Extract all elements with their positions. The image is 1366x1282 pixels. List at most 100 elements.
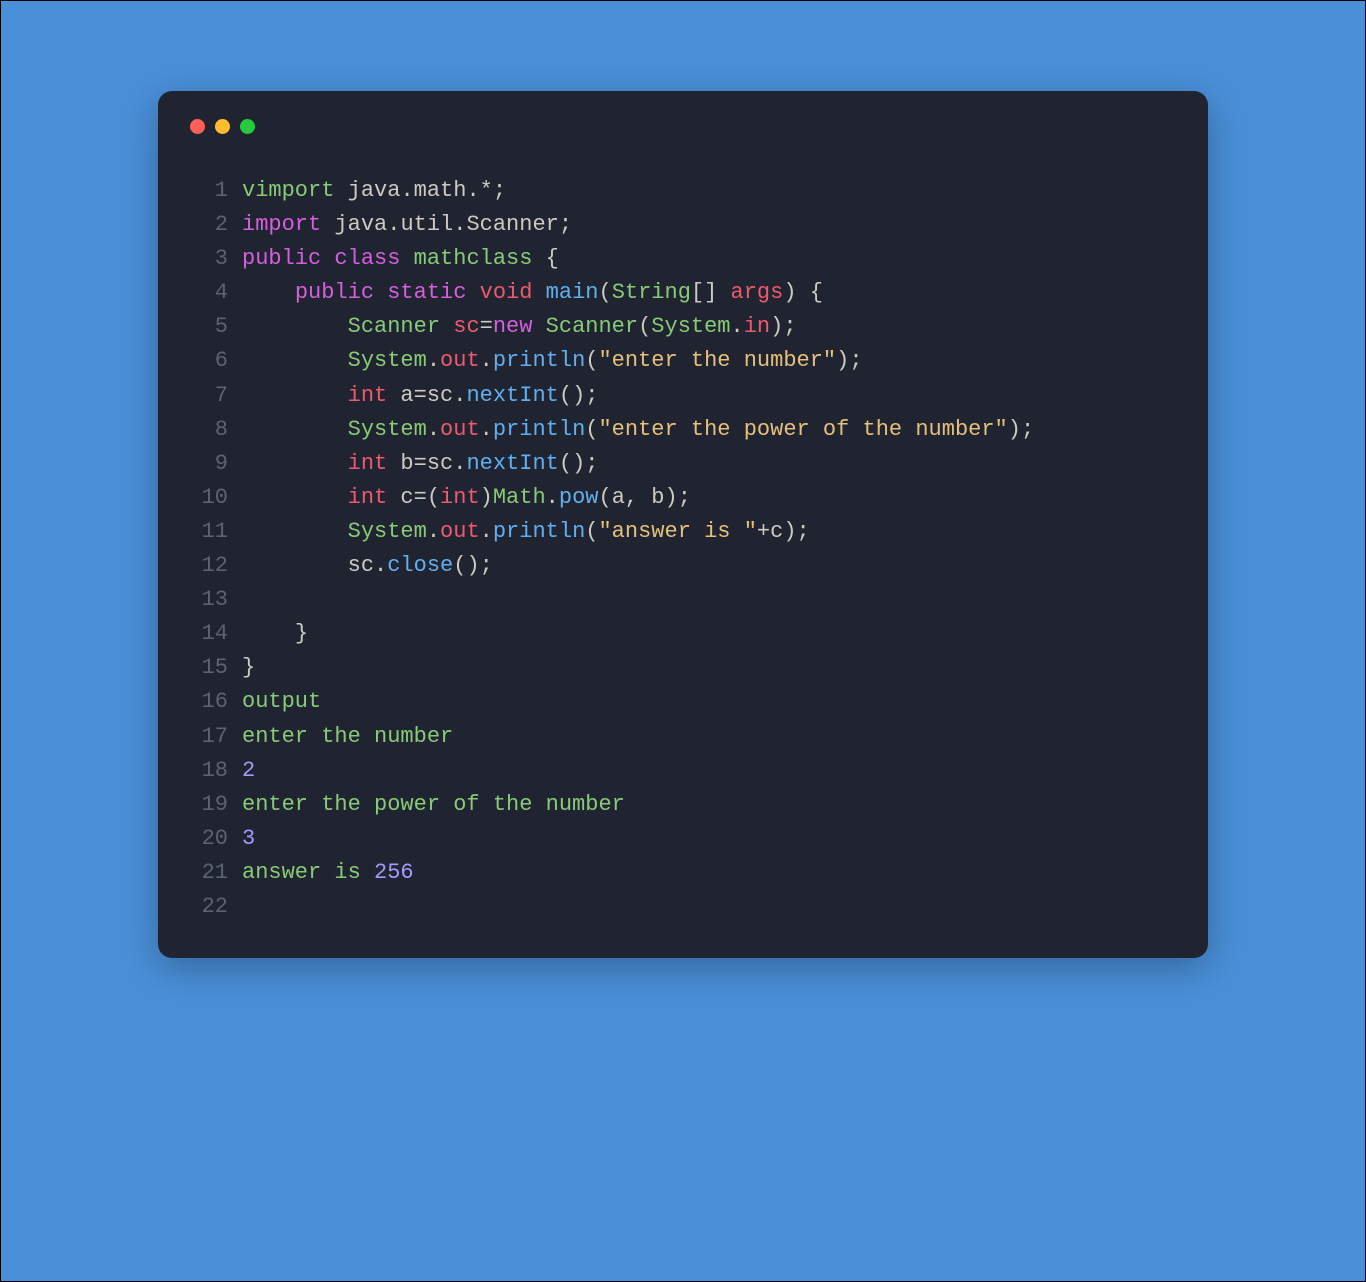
line-number: 15 xyxy=(188,651,228,685)
token-type: int xyxy=(348,485,388,510)
token-punct: . xyxy=(427,519,440,544)
token-var xyxy=(242,348,348,373)
token-var: util xyxy=(400,212,453,237)
token-output: enter the number xyxy=(242,724,453,749)
token-punct: { xyxy=(546,246,559,271)
close-icon[interactable] xyxy=(190,119,205,134)
token-outnum: 3 xyxy=(242,826,255,851)
code-line: 14 } xyxy=(188,617,1178,651)
token-punct: . xyxy=(546,485,559,510)
token-punct: . xyxy=(427,348,440,373)
token-keyword: static xyxy=(387,280,466,305)
line-number: 21 xyxy=(188,856,228,890)
line-content: int a=sc.nextInt(); xyxy=(242,379,598,413)
token-punct: ( xyxy=(638,314,651,339)
code-line: 5 Scanner sc=new Scanner(System.in); xyxy=(188,310,1178,344)
code-line: 15} xyxy=(188,651,1178,685)
line-number: 3 xyxy=(188,242,228,276)
token-punct: ( xyxy=(585,417,598,442)
line-content: System.out.println("enter the number"); xyxy=(242,344,863,378)
token-punct: =( xyxy=(414,485,440,510)
line-number: 13 xyxy=(188,583,228,617)
token-var xyxy=(532,280,545,305)
line-content: public class mathclass { xyxy=(242,242,559,276)
token-punct: ) xyxy=(480,485,493,510)
token-punct: . xyxy=(453,451,466,476)
token-punct: (); xyxy=(559,383,599,408)
token-var xyxy=(242,519,348,544)
token-keyword: class xyxy=(334,246,400,271)
token-keyword: public xyxy=(242,246,321,271)
token-class: String xyxy=(612,280,691,305)
token-var xyxy=(466,280,479,305)
token-punct: (); xyxy=(559,451,599,476)
token-punct: ( xyxy=(598,280,611,305)
token-punct: ( xyxy=(585,519,598,544)
token-punct: .*; xyxy=(466,178,506,203)
token-type: int xyxy=(348,383,388,408)
token-class: Scanner xyxy=(348,314,440,339)
code-line: 7 int a=sc.nextInt(); xyxy=(188,379,1178,413)
token-class: mathclass xyxy=(414,246,533,271)
code-line: 12 sc.close(); xyxy=(188,549,1178,583)
token-type: out xyxy=(440,348,480,373)
code-line: 4 public static void main(String[] args)… xyxy=(188,276,1178,310)
code-area[interactable]: 1vimport java.math.*;2import java.util.S… xyxy=(188,174,1178,924)
token-var: Scanner xyxy=(466,212,558,237)
token-class: System xyxy=(651,314,730,339)
token-string: "enter the power of the number" xyxy=(598,417,1007,442)
code-line: 182 xyxy=(188,754,1178,788)
token-var xyxy=(242,280,295,305)
line-content: } xyxy=(242,617,308,651)
line-number: 11 xyxy=(188,515,228,549)
code-editor-window: 1vimport java.math.*;2import java.util.S… xyxy=(158,91,1208,958)
line-content: output xyxy=(242,685,321,719)
token-punct: . xyxy=(480,417,493,442)
line-content: import java.util.Scanner; xyxy=(242,208,572,242)
line-number: 14 xyxy=(188,617,228,651)
token-keyword: new xyxy=(493,314,533,339)
code-line: 9 int b=sc.nextInt(); xyxy=(188,447,1178,481)
token-var: sc xyxy=(427,451,453,476)
line-content: System.out.println("enter the power of t… xyxy=(242,413,1034,447)
token-class: Scanner xyxy=(546,314,638,339)
line-content: public static void main(String[] args) { xyxy=(242,276,823,310)
token-type: sc xyxy=(453,314,479,339)
code-line: 17enter the number xyxy=(188,720,1178,754)
token-punct: ); xyxy=(836,348,862,373)
token-output: vimport xyxy=(242,178,334,203)
line-number: 16 xyxy=(188,685,228,719)
line-number: 10 xyxy=(188,481,228,515)
code-line: 20 3 xyxy=(188,822,1178,856)
token-var xyxy=(532,314,545,339)
token-var: a xyxy=(612,485,625,510)
token-punct: (); xyxy=(453,553,493,578)
token-var xyxy=(532,246,545,271)
line-number: 7 xyxy=(188,379,228,413)
line-content: 3 xyxy=(242,822,255,856)
line-number: 22 xyxy=(188,890,228,924)
token-var xyxy=(242,417,348,442)
minimize-icon[interactable] xyxy=(215,119,230,134)
line-number: 20 xyxy=(188,822,228,856)
maximize-icon[interactable] xyxy=(240,119,255,134)
line-content: enter the number xyxy=(242,720,453,754)
token-output: output xyxy=(242,689,321,714)
token-var xyxy=(400,246,413,271)
token-punct: . xyxy=(400,178,413,203)
token-punct: ); xyxy=(1008,417,1034,442)
line-number: 5 xyxy=(188,310,228,344)
token-punct: ; xyxy=(559,212,572,237)
token-var xyxy=(374,280,387,305)
token-method: main xyxy=(546,280,599,305)
token-punct: . xyxy=(480,348,493,373)
code-line: 6 System.out.println("enter the number")… xyxy=(188,344,1178,378)
code-line: 13 xyxy=(188,583,1178,617)
token-var xyxy=(242,587,348,612)
token-output: enter the power of the number xyxy=(242,792,625,817)
token-punct: [] xyxy=(691,280,731,305)
token-punct: ( xyxy=(598,485,611,510)
code-line: 19enter the power of the number xyxy=(188,788,1178,822)
code-line: 10 int c=(int)Math.pow(a, b); xyxy=(188,481,1178,515)
line-content: System.out.println("answer is "+c); xyxy=(242,515,810,549)
